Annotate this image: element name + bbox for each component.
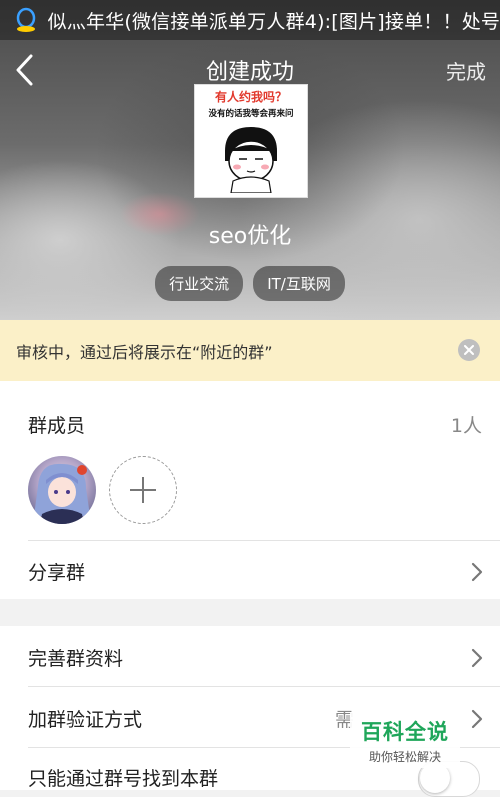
members-row[interactable]: 群成员 1人 bbox=[0, 381, 500, 466]
share-group-label: 分享群 bbox=[28, 562, 86, 584]
done-button[interactable]: 完成 bbox=[446, 56, 486, 85]
watermark-logo: 百科全说 助你轻松解决 bbox=[350, 712, 460, 768]
member-avatar[interactable] bbox=[28, 456, 96, 524]
group-name[interactable]: seo优化 bbox=[0, 218, 500, 250]
join-verify-label: 加群验证方式 bbox=[28, 709, 143, 731]
chevron-right-icon bbox=[471, 648, 483, 668]
page-title: 创建成功 bbox=[205, 60, 294, 85]
status-bar: 似灬年华(微信接单派单万人群4):[图片]接单！！处号- bbox=[0, 0, 500, 40]
notice-close-button[interactable] bbox=[458, 339, 480, 361]
group-tags: 行业交流 IT/互联网 bbox=[0, 266, 500, 301]
avatar-caption-line2: 没有的话我等会再来问 bbox=[208, 109, 294, 119]
chevron-right-icon bbox=[471, 709, 483, 729]
review-notice-banner: 审核中，通过后将展示在“附近的群” bbox=[0, 320, 500, 381]
avatar-caption-line1: 有人约我吗？ bbox=[214, 90, 287, 104]
share-group-row[interactable]: 分享群 bbox=[0, 541, 500, 599]
complete-info-label: 完善群资料 bbox=[28, 648, 124, 670]
anime-avatar-image bbox=[34, 463, 90, 524]
add-member-button[interactable] bbox=[109, 456, 177, 524]
tag-category[interactable]: IT/互联网 bbox=[253, 266, 345, 301]
close-icon bbox=[464, 345, 474, 355]
complete-info-row[interactable]: 完善群资料 bbox=[0, 626, 500, 686]
notification-text: 似灬年华(微信接单派单万人群4):[图片]接单！！处号- bbox=[47, 10, 500, 33]
plus-icon bbox=[130, 477, 156, 503]
members-label: 群成员 bbox=[28, 415, 86, 437]
notice-text: 审核中，通过后将展示在“附近的群” bbox=[16, 342, 273, 362]
qq-notification-icon bbox=[12, 6, 40, 34]
members-count: 1人 bbox=[450, 415, 482, 437]
watermark-title: 百科全说 bbox=[361, 720, 449, 744]
tag-industry[interactable]: 行业交流 bbox=[155, 266, 244, 301]
sticker-face-illustration bbox=[225, 127, 277, 193]
members-section: 群成员 1人 分享群 bbox=[0, 381, 500, 599]
chevron-right-icon bbox=[471, 562, 483, 582]
group-avatar[interactable]: 有人约我吗？ 没有的话我等会再来问 bbox=[194, 84, 308, 198]
watermark-subtitle: 助你轻松解决 bbox=[368, 750, 441, 764]
only-by-number-label: 只能通过群号找到本群 bbox=[28, 768, 219, 790]
